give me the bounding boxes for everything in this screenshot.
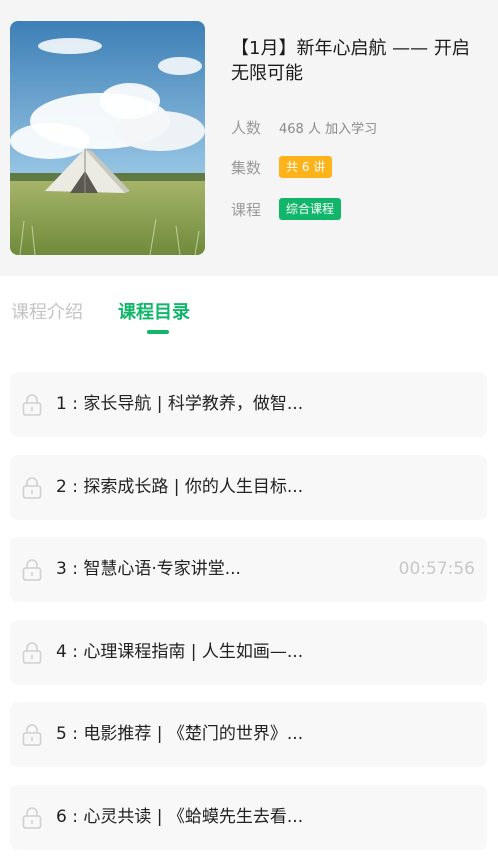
lesson-item[interactable]: 1 : 家长导航 | 科学教养，做智... — [10, 372, 487, 437]
lock-icon — [22, 642, 42, 664]
enrollment-count: 468 人 加入学习 — [279, 122, 378, 137]
lesson-title: 2 : 探索成长路 | 你的人生目标... — [56, 477, 304, 497]
episodes-badge: 共 6 讲 — [279, 156, 333, 178]
lesson-item[interactable]: 5 : 电影推荐 | 《楚门的世界》... — [10, 702, 487, 767]
lock-icon — [22, 807, 42, 829]
lesson-item[interactable]: 3 : 智慧心语·专家讲堂... 00:57:56 — [10, 537, 487, 602]
category-label: 课程 — [231, 200, 262, 219]
episodes-row: 集数 共 6 讲 — [231, 156, 333, 178]
tab-course-catalog[interactable]: 课程目录 — [118, 298, 190, 324]
tab-course-intro[interactable]: 课程介绍 — [11, 298, 83, 324]
enrollment-row: 人数 468 人 加入学习 — [231, 117, 377, 138]
lesson-title: 1 : 家长导航 | 科学教养，做智... — [56, 394, 304, 414]
lesson-title: 3 : 智慧心语·专家讲堂... — [56, 559, 241, 579]
lesson-title: 6 : 心灵共读 | 《蛤蟆先生去看... — [56, 807, 304, 827]
lock-icon — [22, 394, 42, 416]
lesson-title: 4 : 心理课程指南 | 人生如画—... — [56, 642, 304, 662]
lock-icon — [22, 559, 42, 581]
course-header: 【1月】新年心启航 —— 开启无限可能 人数 468 人 加入学习 集数 共 6… — [0, 0, 498, 276]
lesson-item[interactable]: 2 : 探索成长路 | 你的人生目标... — [10, 455, 487, 520]
category-badge: 综合课程 — [279, 198, 342, 220]
lesson-item[interactable]: 4 : 心理课程指南 | 人生如画—... — [10, 620, 487, 685]
lesson-item[interactable]: 6 : 心灵共读 | 《蛤蟆先生去看... — [10, 785, 487, 850]
course-cover-image — [10, 21, 205, 255]
enrollment-label: 人数 — [231, 119, 262, 137]
course-tabs: 课程介绍 课程目录 — [0, 276, 498, 350]
episodes-label: 集数 — [231, 158, 262, 177]
lock-icon — [22, 477, 42, 499]
category-row: 课程 综合课程 — [231, 198, 342, 220]
active-tab-indicator — [147, 330, 169, 334]
course-title: 【1月】新年心启航 —— 开启无限可能 — [231, 38, 470, 84]
lesson-title: 5 : 电影推荐 | 《楚门的世界》... — [56, 724, 304, 744]
lesson-duration: 00:57:56 — [398, 559, 475, 579]
lock-icon — [22, 724, 42, 746]
